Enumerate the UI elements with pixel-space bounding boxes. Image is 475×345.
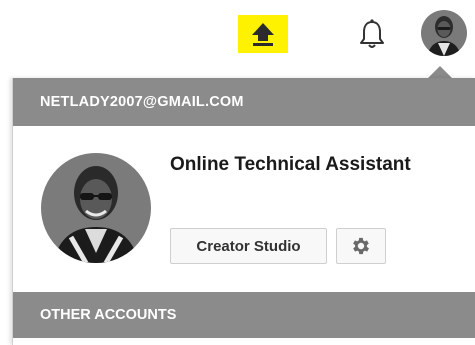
account-avatar-large [41,153,151,263]
user-avatar [41,153,151,263]
upload-arrow-icon [252,23,274,46]
other-accounts-header: OTHER ACCOUNTS [13,292,475,338]
account-menu: NETLADY2007@GMAIL.COM Online Technical A… [12,78,475,345]
creator-studio-button[interactable]: Creator Studio [170,228,327,264]
current-account: Online Technical Assistant Creator Studi… [13,126,475,292]
top-bar [0,0,475,66]
account-email: NETLADY2007@GMAIL.COM [13,78,475,126]
notifications-button[interactable] [352,14,392,54]
user-avatar [421,10,467,56]
bell-icon [360,19,384,48]
account-avatar-button[interactable] [421,10,467,56]
upload-button[interactable] [238,15,288,53]
panel-bottom [13,338,475,345]
gear-icon [353,237,369,255]
account-name: Online Technical Assistant [170,154,411,175]
settings-button[interactable] [336,228,386,264]
dropdown-caret [428,66,452,78]
